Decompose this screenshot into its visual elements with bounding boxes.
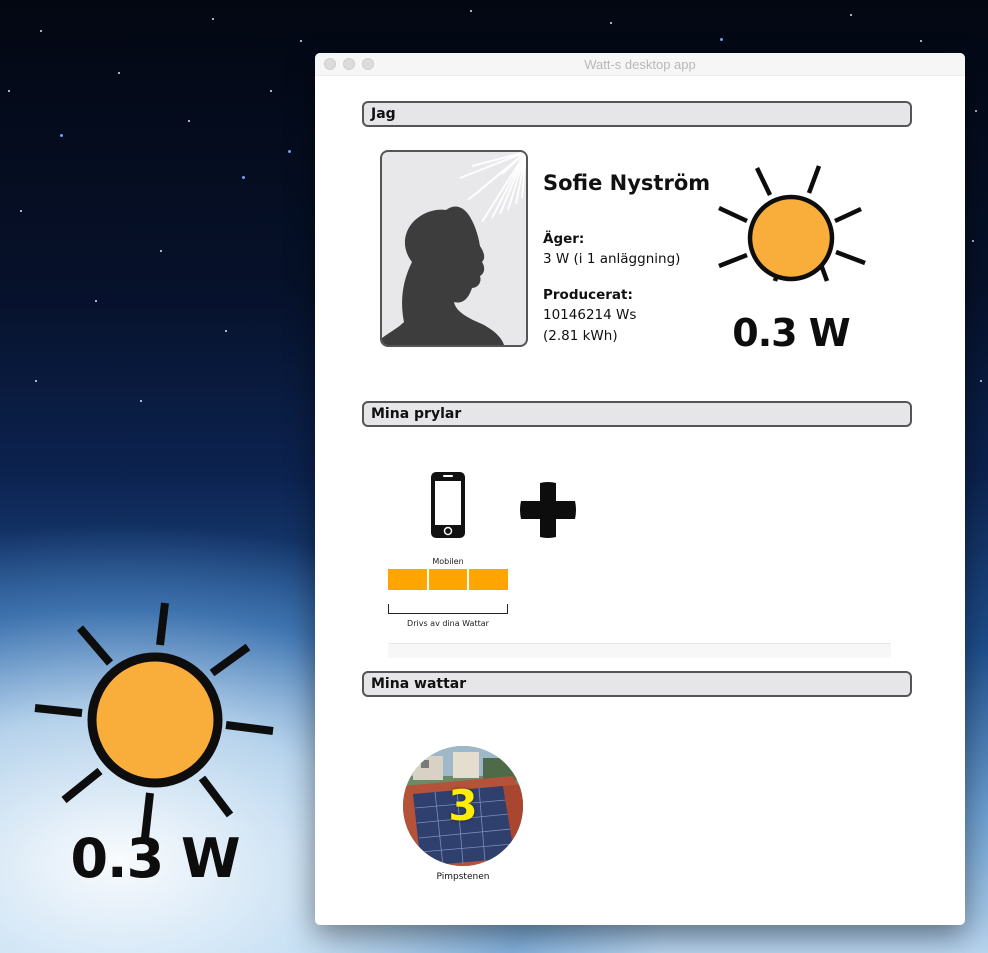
charge-segment bbox=[388, 569, 427, 590]
window-titlebar[interactable]: Watt-s desktop app bbox=[315, 53, 965, 76]
profile-name: Sofie Nyström bbox=[543, 171, 711, 195]
app-window: Watt-s desktop app Jag Sofie Nyström Äge bbox=[315, 53, 965, 925]
powered-by-label: Drivs av dina Wattar bbox=[407, 619, 489, 628]
current-power-readout: 0.3 W bbox=[732, 311, 850, 355]
desktop-power-readout: 0.3 W bbox=[70, 827, 240, 890]
device-charge-bar bbox=[388, 569, 509, 590]
produced-ws-value: 10146214 Ws bbox=[543, 307, 637, 323]
plant-name-label: Pimpstenen bbox=[436, 872, 490, 882]
add-device-plus-icon[interactable] bbox=[519, 481, 577, 543]
owns-value: 3 W (i 1 anläggning) bbox=[543, 251, 681, 267]
smartphone-icon[interactable] bbox=[430, 471, 466, 543]
section-header-mina-prylar: Mina prylar bbox=[362, 401, 912, 427]
plant-watt-count: 3 bbox=[448, 781, 478, 830]
power-bracket bbox=[388, 604, 508, 614]
owns-label: Äger: bbox=[543, 231, 585, 247]
charge-segment bbox=[469, 569, 509, 590]
section-header-jag: Jag bbox=[362, 101, 912, 127]
section-divider bbox=[388, 643, 891, 658]
avatar[interactable] bbox=[380, 150, 528, 347]
desktop-sun-widget: 0.3 W bbox=[30, 595, 280, 905]
sun-icon bbox=[34, 602, 274, 839]
produced-kwh-value: (2.81 kWh) bbox=[543, 328, 618, 344]
profile-silhouette-icon bbox=[382, 152, 526, 345]
window-title: Watt-s desktop app bbox=[584, 57, 696, 72]
produced-label: Producerat: bbox=[543, 287, 633, 303]
device-label-mobilen: Mobilen bbox=[432, 557, 464, 566]
section-header-mina-wattar: Mina wattar bbox=[362, 671, 912, 697]
charge-segment bbox=[428, 569, 468, 590]
sun-icon bbox=[718, 165, 866, 282]
